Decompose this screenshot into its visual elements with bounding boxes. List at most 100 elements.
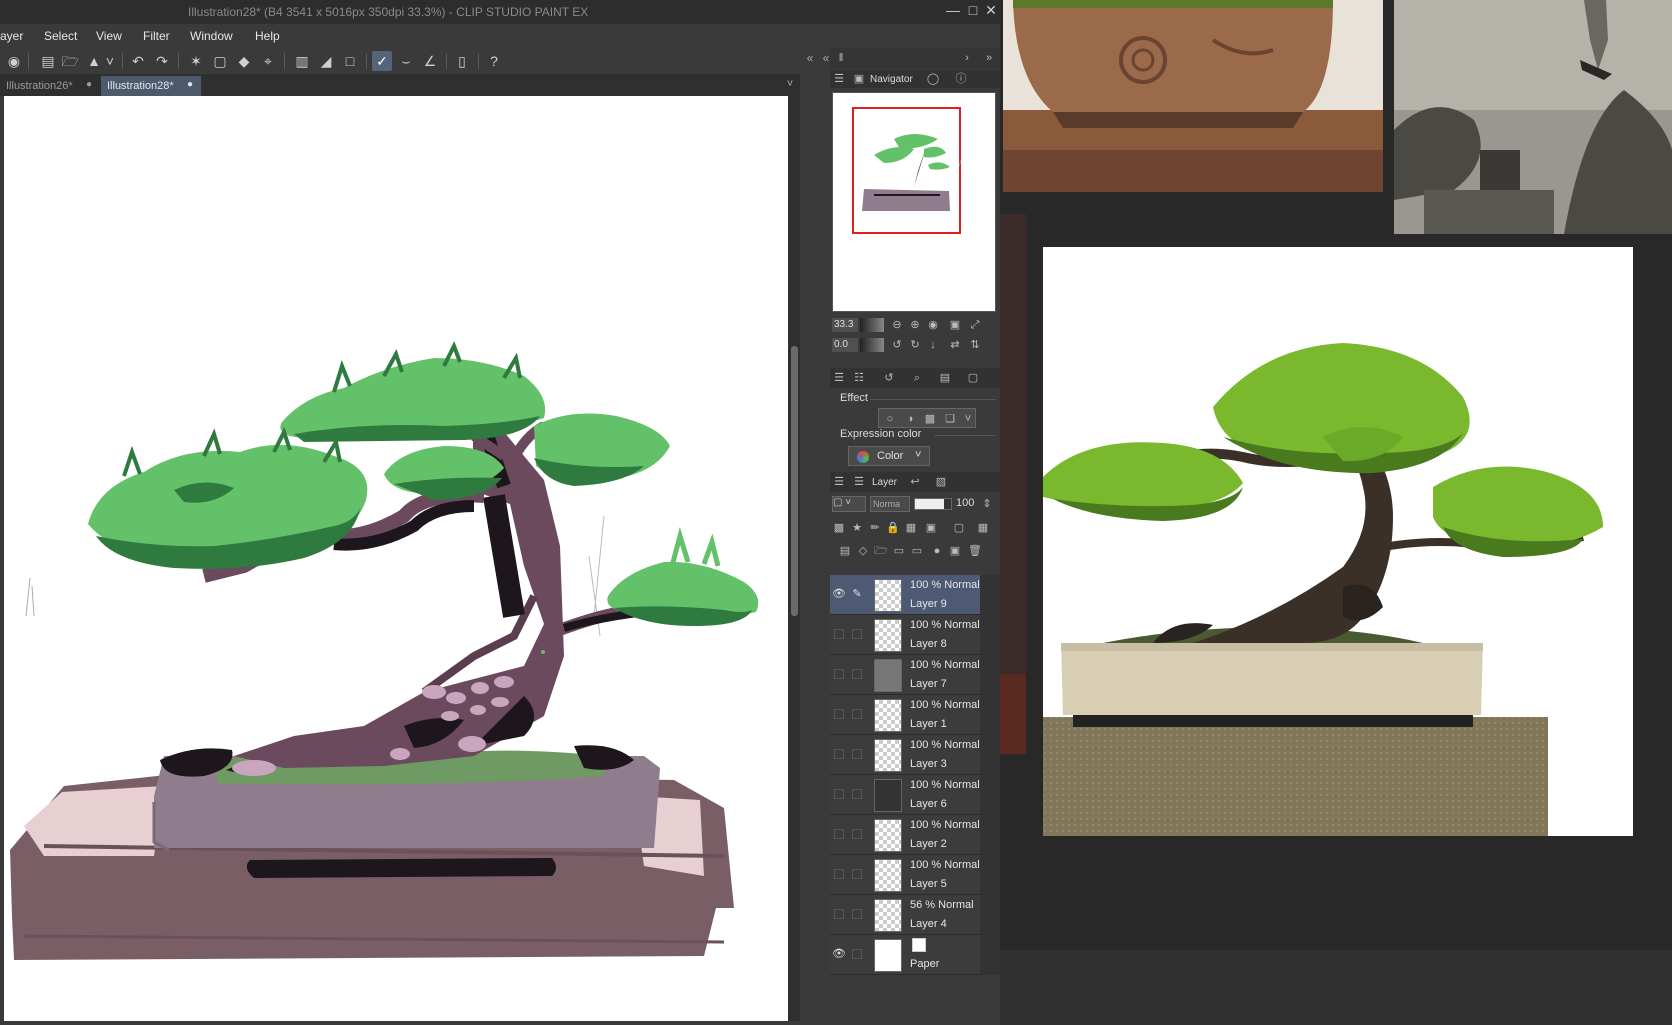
reference-bonsai-photo[interactable] (1043, 247, 1633, 836)
edit-toggle[interactable] (852, 789, 862, 799)
reference-side-strip[interactable] (1000, 214, 1026, 754)
layer-property-icon[interactable]: ☷ (852, 371, 866, 385)
transfer-down-icon[interactable]: ▭ (892, 544, 906, 558)
info-icon[interactable]: ⓘ (954, 72, 968, 86)
device-settings-icon[interactable]: ▯ (452, 51, 472, 71)
expression-color-dropdown[interactable]: Color ˅ (848, 446, 930, 466)
visibility-toggle[interactable] (834, 869, 844, 879)
menu-window[interactable]: Window (190, 29, 233, 43)
search-layer-icon[interactable]: ⌕ (910, 371, 924, 385)
chevron-down-icon[interactable]: ˅ (104, 51, 116, 71)
eye-icon[interactable]: 👁 (832, 947, 846, 961)
new-vector-layer-icon[interactable]: ◇ (856, 544, 870, 558)
edit-toggle[interactable] (852, 629, 862, 639)
fill-icon[interactable]: ◆ (234, 51, 254, 71)
visibility-toggle[interactable] (834, 709, 844, 719)
loading-icon[interactable]: ✶ (186, 51, 206, 71)
history-icon[interactable]: ↺ (882, 371, 896, 385)
rotate-left-icon[interactable]: ↺ (890, 338, 904, 352)
close-icon[interactable]: ✕ (982, 2, 1000, 19)
visibility-toggle[interactable] (834, 669, 844, 679)
lock-transparent-icon[interactable]: ▦ (904, 521, 918, 535)
redo-icon[interactable]: ↷ (152, 51, 172, 71)
layer-row[interactable]: 100 % Normal Layer 6 (830, 775, 980, 815)
layer-row[interactable]: 100 % Normal Layer 8 (830, 615, 980, 655)
vertical-scrollbar[interactable] (788, 96, 800, 1021)
layer-row[interactable]: 100 % Normal Layer 3 (830, 735, 980, 775)
fit-navigator-icon[interactable]: ▣ (948, 318, 962, 332)
save-icon[interactable]: ▲ (84, 51, 104, 71)
crop-icon[interactable]: ⌖ (258, 51, 278, 71)
menu-select[interactable]: Select (44, 29, 77, 43)
layer-row[interactable]: 👁 Paper (830, 935, 980, 975)
flip-vertical-icon[interactable]: ⇅ (968, 338, 982, 352)
lock-icon[interactable]: 🔒 (886, 521, 900, 535)
edit-toggle[interactable] (852, 829, 862, 839)
layer-row[interactable]: 100 % Normal Layer 2 (830, 815, 980, 855)
menu-filter[interactable]: Filter (143, 29, 170, 43)
fit-screen-icon[interactable]: ⤢ (968, 318, 982, 332)
grip-icon[interactable]: ‖ (834, 51, 848, 65)
chevron-right-icon[interactable]: › (960, 51, 974, 65)
menu-view[interactable]: View (96, 29, 122, 43)
apply-mask-icon[interactable]: ▣ (948, 544, 962, 558)
mask-enable-icon[interactable]: ▣ (924, 521, 938, 535)
opacity-stepper-icon[interactable]: ⇕ (980, 497, 994, 511)
panel-menu-icon[interactable]: ☰ (832, 72, 846, 86)
zoom-out-icon[interactable]: ⊖ (890, 318, 904, 332)
selection-border-icon[interactable]: □ (340, 51, 360, 71)
tab-illustration28[interactable]: Illustration28* ● (101, 76, 201, 96)
clip-to-layer-icon[interactable]: ▩ (832, 521, 846, 535)
navigator-preview[interactable]: / (832, 92, 996, 312)
zoom-slider[interactable] (860, 318, 884, 332)
mask-icon[interactable]: ● (930, 544, 944, 558)
layer-color-icon[interactable]: ▢ (966, 371, 980, 385)
visibility-toggle[interactable] (834, 629, 844, 639)
transform-icon[interactable]: ▢ (210, 51, 230, 71)
eye-icon[interactable]: 👁 (832, 587, 846, 601)
invert-selection-icon[interactable]: ◢ (316, 51, 336, 71)
edit-toggle[interactable] (852, 669, 862, 679)
rotation-slider[interactable] (860, 338, 884, 352)
layer-color-effect-icon[interactable]: ❏ (943, 412, 957, 426)
delete-layer-icon[interactable]: 🗑 (968, 544, 982, 558)
animation-cels-icon[interactable]: ▤ (938, 371, 952, 385)
edit-toggle[interactable] (852, 709, 862, 719)
tab-list-chevron-icon[interactable]: ˅ (780, 74, 800, 94)
opacity-slider[interactable] (914, 498, 952, 510)
reference-layer-icon[interactable]: ★ (850, 521, 864, 535)
sub-view-icon[interactable]: ◯ (926, 72, 940, 86)
palette-color-icon[interactable]: ▦ (976, 521, 990, 535)
menu-layer[interactable]: ayer (0, 29, 23, 43)
visibility-toggle[interactable] (834, 909, 844, 919)
navigator-icon[interactable]: ▣ (852, 72, 866, 86)
reset-rotation-icon[interactable]: ↓ (926, 338, 940, 352)
tone-icon[interactable]: ▩ (923, 412, 937, 426)
scrollbar-thumb[interactable] (791, 346, 798, 616)
auto-action-icon[interactable]: ▧ (934, 475, 948, 489)
rotate-right-icon[interactable]: ↻ (908, 338, 922, 352)
edit-toggle[interactable] (852, 749, 862, 759)
blend-mode-dropdown[interactable]: Norma ˅ (870, 496, 910, 512)
zoom-value[interactable]: 33.3 (832, 318, 858, 332)
panel-menu-icon[interactable]: ☰ (832, 475, 846, 489)
edit-toggle[interactable] (852, 909, 862, 919)
undo-icon[interactable]: ↶ (128, 51, 148, 71)
ruler-icon[interactable]: ▢ (952, 521, 966, 535)
editing-pen-icon[interactable]: ✎ (850, 587, 864, 601)
chevron-down-icon[interactable]: ˅ (961, 412, 975, 426)
clip-studio-icon[interactable]: ◉ (4, 51, 24, 71)
collapse-right-icon[interactable]: » (982, 51, 996, 65)
draft-layer-icon[interactable]: ✏ (868, 521, 882, 535)
layer-row[interactable]: 56 % Normal Layer 4 (830, 895, 980, 935)
tab-illustration26[interactable]: Illustration26* ● (0, 76, 100, 96)
navigator-title[interactable]: Navigator (870, 74, 913, 85)
visibility-toggle[interactable] (834, 749, 844, 759)
maximize-icon[interactable]: □ (964, 2, 982, 18)
layer-row[interactable]: 100 % Normal Layer 5 (830, 855, 980, 895)
history-tab-icon[interactable]: ↩ (908, 475, 922, 489)
layer-row[interactable]: 100 % Normal Layer 1 (830, 695, 980, 735)
layer-panel-title[interactable]: Layer (872, 477, 897, 488)
opacity-value[interactable]: 100 (956, 497, 974, 509)
flip-horizontal-icon[interactable]: ⇄ (948, 338, 962, 352)
